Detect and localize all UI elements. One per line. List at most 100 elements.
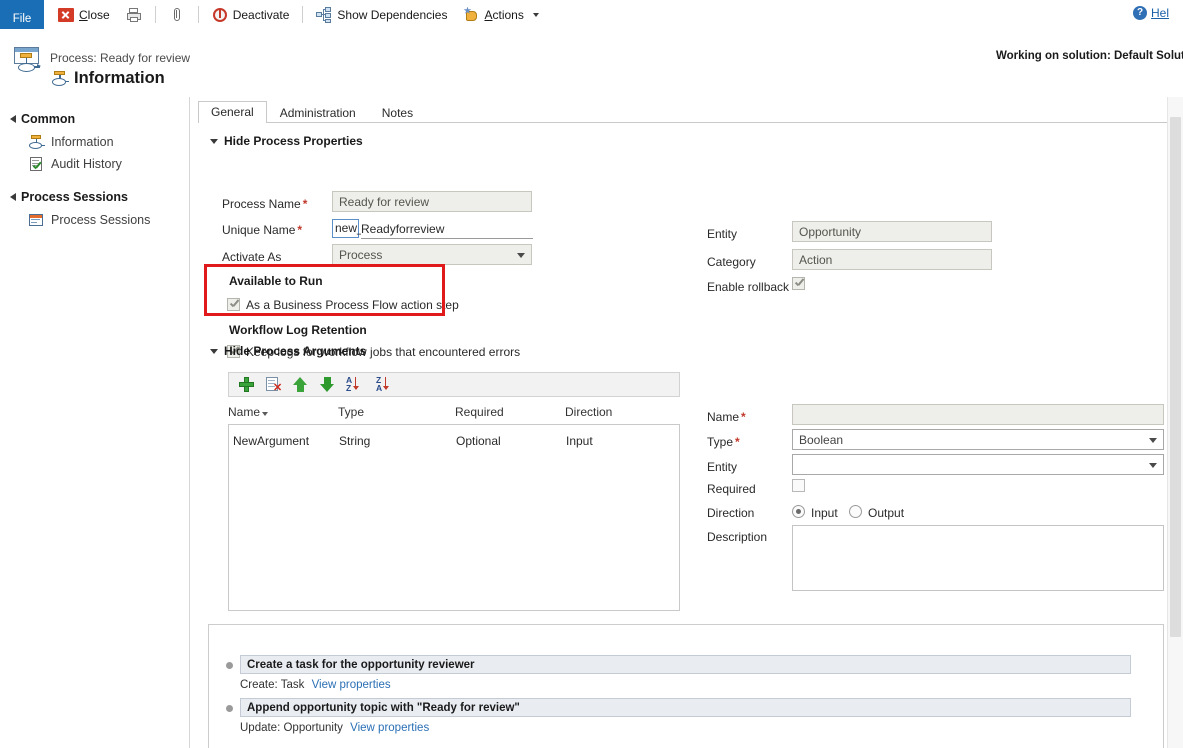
table-row[interactable]: NewArgument String Optional Input [229, 425, 679, 610]
unique-name-prefix-input[interactable]: new_ [332, 219, 359, 238]
arg-entity-select[interactable] [792, 454, 1164, 475]
sidebar-item-information[interactable]: Information [0, 131, 189, 153]
process-name-input[interactable]: Ready for review [332, 191, 532, 212]
process-icon [50, 70, 68, 88]
sidebar-item-process-sessions[interactable]: Process Sessions [0, 209, 189, 231]
arrow-up-icon[interactable] [292, 376, 309, 393]
file-tab[interactable]: File [0, 0, 44, 29]
process-steps-panel: Create a task for the opportunity review… [208, 624, 1164, 748]
arg-description-textarea[interactable] [792, 525, 1164, 591]
page-title-row: Information [50, 69, 165, 88]
category-input[interactable]: Action [792, 249, 992, 270]
tab-general-label: General [211, 105, 254, 119]
arrow-down-icon[interactable] [319, 376, 336, 393]
actions-icon [463, 7, 479, 23]
grid-header-type[interactable]: Type [338, 405, 364, 419]
vertical-scrollbar[interactable] [1167, 97, 1183, 748]
sort-za-icon[interactable]: Z A [376, 376, 396, 393]
add-plus-icon[interactable] [238, 376, 255, 393]
enable-rollback-label: Enable rollback [707, 280, 789, 294]
bpf-action-step-label: As a Business Process Flow action step [246, 298, 459, 312]
step-bullet-icon [226, 705, 233, 712]
close-button[interactable]: Close [50, 0, 118, 29]
arg-type-label-text: Type [707, 435, 733, 449]
view-properties-link[interactable]: View properties [350, 722, 429, 734]
grid-header-required[interactable]: Required [455, 405, 504, 419]
sort-caret-icon [262, 412, 268, 416]
close-button-label: Close [79, 8, 110, 22]
help-icon: ? [1133, 6, 1147, 20]
step-action: Create: [240, 679, 278, 691]
actions-button[interactable]: Actions [455, 0, 546, 29]
step-action: Update: [240, 722, 280, 734]
process-screen-icon [12, 47, 42, 77]
tab-administration[interactable]: Administration [267, 102, 369, 123]
form-main-area: General Administration Notes Hide Proces… [190, 97, 1183, 748]
arg-direction-output-label: Output [868, 506, 904, 520]
scrollbar-thumb[interactable] [1170, 117, 1181, 637]
process-arguments-grid[interactable]: NewArgument String Optional Input [228, 424, 680, 611]
ribbon-divider [302, 6, 303, 23]
step-detail: Update: Opportunity View properties [240, 722, 429, 734]
hide-process-arguments-toggle[interactable]: Hide Process Arguments [210, 344, 366, 358]
step-title[interactable]: Append opportunity topic with "Ready for… [240, 698, 1131, 717]
entity-input[interactable]: Opportunity [792, 221, 992, 242]
cell-required: Optional [456, 434, 501, 448]
arg-type-select[interactable]: Boolean [792, 429, 1164, 450]
grid-header-direction[interactable]: Direction [565, 405, 612, 419]
chevron-down-icon [210, 349, 218, 354]
grid-header-name-label: Name [228, 405, 260, 419]
step-detail: Create: Task View properties [240, 679, 391, 691]
page-title: Information [74, 69, 165, 88]
activate-as-value: Process [339, 248, 382, 262]
bpf-action-step-checkbox[interactable] [227, 298, 240, 311]
unique-name-input[interactable]: Readyforreview [361, 219, 533, 239]
enable-rollback-checkbox[interactable] [792, 277, 805, 290]
file-tab-label: File [13, 13, 32, 25]
expander-triangle-icon [10, 115, 16, 123]
ribbon-divider [155, 6, 156, 23]
arg-required-checkbox[interactable] [792, 479, 805, 492]
sidebar-item-label: Information [51, 135, 114, 149]
sidebar-item-label: Audit History [51, 157, 122, 171]
hide-process-properties-toggle[interactable]: Hide Process Properties [210, 134, 363, 148]
required-asterisk: * [741, 410, 746, 424]
step-title[interactable]: Create a task for the opportunity review… [240, 655, 1131, 674]
help-link[interactable]: ? Hel [1133, 6, 1183, 20]
arg-direction-input-radio[interactable] [792, 505, 805, 518]
arg-name-input[interactable] [792, 404, 1164, 425]
deactivate-button[interactable]: Deactivate [204, 0, 298, 29]
grid-header-name[interactable]: Name [228, 405, 268, 419]
delete-document-icon[interactable]: ✕ [265, 376, 282, 393]
sidebar-item-audit-history[interactable]: Audit History [0, 153, 189, 175]
step-bullet-icon [226, 662, 233, 669]
activate-as-select[interactable]: Process [332, 244, 532, 265]
view-properties-link[interactable]: View properties [312, 679, 391, 691]
attach-button[interactable] [161, 0, 193, 29]
tab-general[interactable]: General [198, 101, 267, 123]
chevron-down-icon [1149, 463, 1157, 468]
print-button[interactable] [118, 0, 150, 29]
tab-notes[interactable]: Notes [369, 102, 426, 123]
show-dependencies-button[interactable]: Show Dependencies [308, 0, 455, 29]
arg-direction-input-label: Input [811, 506, 838, 520]
printer-icon [126, 7, 142, 23]
help-link-label: Hel [1151, 6, 1169, 20]
activate-as-label: Activate As [222, 250, 281, 264]
category-label: Category [707, 255, 756, 269]
unique-name-label: Unique Name* [222, 223, 302, 237]
actions-button-label: Actions [484, 8, 523, 22]
deactivate-icon [212, 7, 228, 23]
nav-group-common[interactable]: Common [0, 107, 189, 131]
nav-group-common-label: Common [21, 112, 75, 126]
sort-az-icon[interactable]: A Z [346, 376, 366, 393]
nav-group-process-sessions[interactable]: Process Sessions [0, 185, 189, 209]
process-arguments-toolbar: ✕ A Z Z A [228, 372, 680, 397]
arg-name-label: Name* [707, 410, 746, 424]
arg-type-label: Type* [707, 435, 740, 449]
arg-direction-output-radio[interactable] [849, 505, 862, 518]
form-tabstrip: General Administration Notes [198, 101, 426, 123]
arg-required-label: Required [707, 482, 756, 496]
sort-za-bottom: A [376, 384, 382, 392]
unique-name-label-text: Unique Name [222, 223, 295, 237]
